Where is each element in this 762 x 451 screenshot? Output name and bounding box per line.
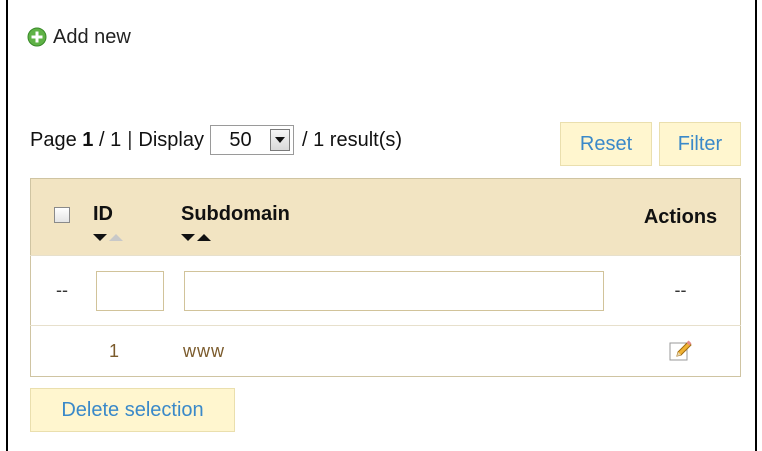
- page-prefix: Page: [30, 128, 77, 151]
- table-header-row: ID Subdomain Actions: [30, 178, 741, 256]
- results-count: / 1 result(s): [302, 128, 403, 151]
- sort-asc-icon[interactable]: [197, 232, 211, 242]
- chevron-down-icon[interactable]: [270, 129, 290, 151]
- pagination-bar: Page 1 / 1 | Display 50 / 1 result(s): [30, 122, 402, 158]
- select-all-checkbox[interactable]: [54, 206, 70, 223]
- right-border: [755, 0, 757, 451]
- subdomain-filter-input[interactable]: [184, 270, 604, 311]
- filter-row-dash: --: [30, 255, 93, 326]
- row-id: 1: [93, 325, 181, 377]
- display-select-value: 50: [229, 128, 252, 151]
- add-icon: [27, 27, 47, 47]
- display-select[interactable]: 50: [210, 125, 294, 155]
- page-total: / 1: [98, 128, 122, 151]
- column-title-subdomain: Subdomain: [181, 202, 290, 225]
- row-select-cell: [30, 325, 93, 377]
- table-row[interactable]: 1 www: [30, 325, 741, 377]
- column-header-actions: Actions: [621, 178, 741, 256]
- filter-button[interactable]: Filter: [659, 122, 741, 166]
- separator: |: [127, 128, 133, 151]
- add-new-label: Add new: [53, 25, 131, 48]
- column-header-subdomain: Subdomain: [181, 178, 621, 256]
- current-page: 1: [82, 128, 94, 151]
- subdomain-filter-cell: [181, 255, 621, 326]
- sort-controls-id: [93, 232, 181, 242]
- sort-controls-subdomain: [181, 232, 621, 242]
- actions-filter-dash: --: [621, 255, 741, 326]
- sort-desc-icon[interactable]: [181, 232, 195, 242]
- subdomain-table: ID Subdomain Actions -- -- 1 www: [30, 178, 741, 377]
- reset-button[interactable]: Reset: [560, 122, 652, 166]
- left-border: [6, 0, 8, 451]
- column-header-id: ID: [93, 178, 181, 256]
- sort-asc-icon[interactable]: [109, 232, 123, 242]
- display-label: Display: [138, 128, 204, 151]
- edit-icon[interactable]: [669, 340, 693, 362]
- row-subdomain: www: [181, 325, 621, 377]
- row-actions: [621, 325, 741, 377]
- id-filter-cell: [93, 255, 181, 326]
- sort-desc-icon[interactable]: [93, 232, 107, 242]
- id-filter-input[interactable]: [96, 270, 164, 311]
- select-all-cell: [30, 178, 93, 256]
- column-title-id: ID: [93, 202, 113, 225]
- add-new-link[interactable]: Add new: [27, 25, 131, 49]
- delete-selection-button[interactable]: Delete selection: [30, 388, 235, 432]
- filter-row: -- --: [30, 255, 741, 326]
